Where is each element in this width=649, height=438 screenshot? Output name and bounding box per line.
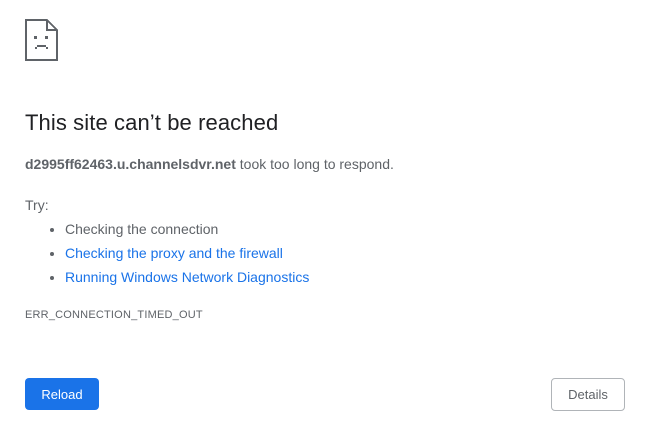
suggestion-network-diagnostics-link[interactable]: Running Windows Network Diagnostics [65, 269, 309, 285]
try-label: Try: [25, 197, 49, 213]
suggestion-proxy-firewall-link[interactable]: Checking the proxy and the firewall [65, 245, 283, 261]
suggestion-item: Running Windows Network Diagnostics [65, 267, 309, 291]
error-summary: d2995ff62463.u.channelsdvr.net took too … [25, 156, 394, 172]
suggestion-item: Checking the proxy and the firewall [65, 243, 309, 267]
host-name: d2995ff62463.u.channelsdvr.net [25, 156, 236, 172]
page-title: This site can’t be reached [25, 110, 279, 135]
summary-suffix: took too long to respond. [235, 156, 394, 172]
sad-page-icon [25, 19, 58, 61]
details-button[interactable]: Details [551, 378, 625, 411]
suggestion-item: Checking the connection [65, 219, 309, 243]
suggestion-check-connection: Checking the connection [65, 221, 219, 237]
suggestions-list: Checking the connection Checking the pro… [25, 219, 309, 291]
error-code: ERR_CONNECTION_TIMED_OUT [25, 309, 203, 321]
reload-button[interactable]: Reload [25, 378, 99, 410]
